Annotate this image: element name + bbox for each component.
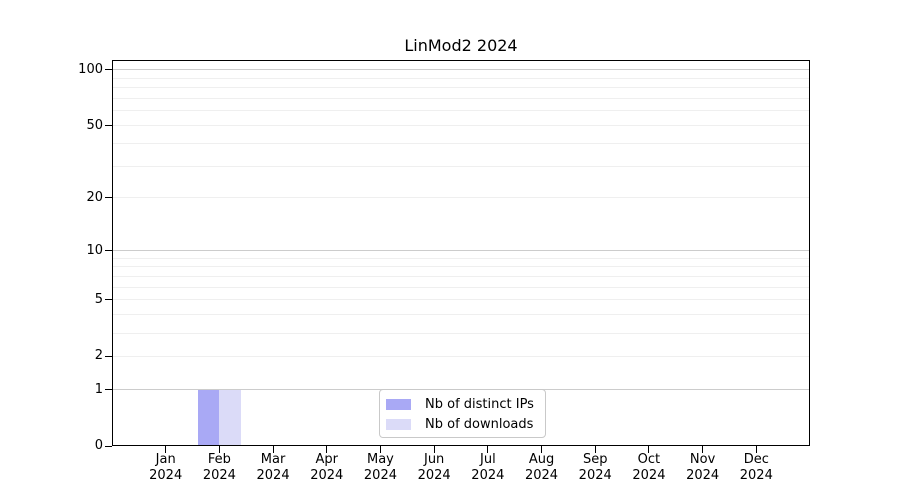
y-tick-mark bbox=[105, 250, 112, 252]
y-tick-mark bbox=[105, 389, 112, 390]
x-tick-month: Dec bbox=[743, 452, 769, 467]
y-tick-label: 0 bbox=[94, 438, 103, 453]
y-tick-label: 100 bbox=[78, 61, 103, 77]
y-tick-label: 5 bbox=[94, 291, 103, 307]
legend-row: Nb of downloads bbox=[380, 414, 545, 434]
x-tick-label: Dec 2024 bbox=[716, 452, 796, 484]
legend-swatch bbox=[386, 398, 411, 410]
legend-swatch bbox=[386, 418, 411, 430]
download-stats-chart: LinMod2 2024 Nb of distinct IPs Nb of dow… bbox=[0, 0, 900, 500]
y-tick-mark bbox=[105, 197, 112, 199]
y-tick-mark bbox=[105, 69, 112, 71]
chart-title: LinMod2 2024 bbox=[404, 36, 518, 55]
y-tick-label: 20 bbox=[86, 189, 103, 205]
legend: Nb of distinct IPs Nb of downloads bbox=[379, 389, 546, 438]
legend-label: Nb of downloads bbox=[425, 416, 534, 432]
y-tick-label: 10 bbox=[86, 242, 103, 258]
x-tick-year: 2024 bbox=[739, 468, 773, 483]
legend-row: Nb of distinct IPs bbox=[380, 394, 545, 414]
legend-label: Nb of distinct IPs bbox=[425, 396, 534, 412]
y-tick-label: 50 bbox=[86, 117, 103, 133]
y-tick-label: 2 bbox=[94, 348, 103, 364]
y-tick-label: 1 bbox=[94, 381, 103, 397]
y-tick-mark bbox=[105, 445, 112, 447]
y-tick-mark bbox=[105, 355, 112, 357]
y-tick-mark bbox=[105, 299, 112, 301]
y-tick-mark bbox=[105, 125, 112, 127]
